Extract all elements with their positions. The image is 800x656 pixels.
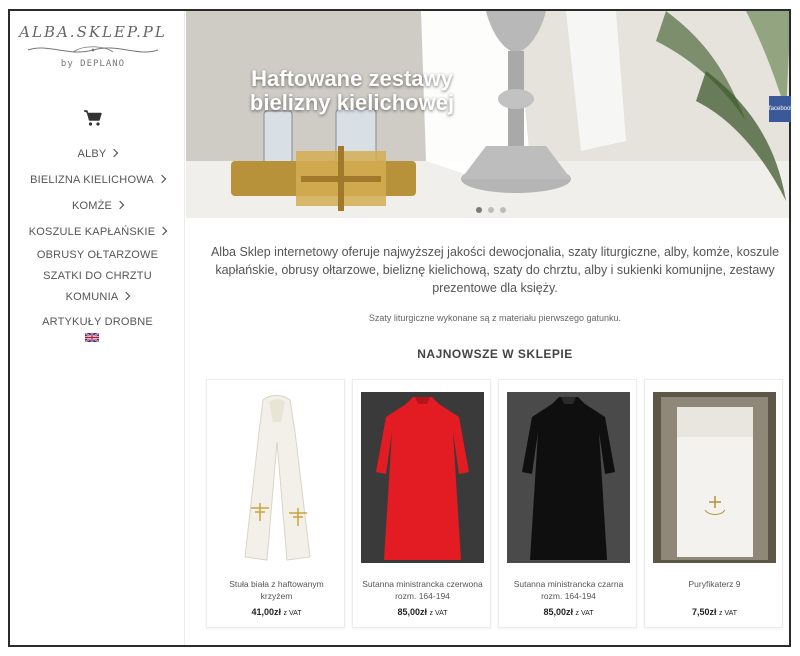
product-name[interactable]: Sutanna ministrancka czarna rozm. 164-19… (507, 578, 630, 602)
menu-item-label: KOMŻE (71, 200, 113, 212)
logo-ornament-icon (27, 46, 159, 53)
product-price: 85,00zł z VAT (353, 607, 492, 617)
slider-dots (476, 200, 512, 218)
slider-dot[interactable] (500, 207, 506, 213)
slider-dot[interactable] (476, 207, 482, 213)
vat-label: z VAT (719, 610, 738, 617)
intro-subtext: Szaty liturgiczne wykonane są z materiał… (368, 313, 622, 323)
menu-item-label: KOSZULE KAPŁAŃSKIE (28, 226, 156, 238)
product-name[interactable]: Stuła biała z haftowanym krzyżem (215, 578, 338, 602)
menu-item-alby[interactable]: ALBY (10, 144, 185, 165)
menu-item-szatki-do-chrztu[interactable]: SZATKI DO CHRZTU (10, 266, 185, 287)
price-value: 7,50zł (691, 607, 717, 617)
product-name[interactable]: Puryfikaterz 9 (653, 578, 776, 590)
price-value: 85,00zł (543, 607, 573, 617)
product-grid: Stuła biała z haftowanym krzyżem 41,00zł… (206, 379, 786, 629)
product-card[interactable]: Stuła biała z haftowanym krzyżem 41,00zł… (206, 379, 345, 628)
menu-item-artykuly-drobne[interactable]: ARTYKUŁY DROBNE (10, 312, 185, 333)
slider-dot[interactable] (488, 207, 494, 213)
menu-item-komze[interactable]: KOMŻE (10, 196, 185, 217)
section-title: NAJNOWSZE W SKLEPIE (417, 347, 573, 361)
product-card[interactable]: Sutanna ministrancka czarna rozm. 164-19… (498, 379, 637, 628)
product-price: 41,00zł z VAT (207, 607, 346, 617)
price-value: 41,00zł (251, 607, 281, 617)
logo-subtitle: by DEPLANO (60, 59, 126, 69)
product-card[interactable]: Sutanna ministrancka czerwona rozm. 164-… (352, 379, 491, 628)
price-value: 85,00zł (397, 607, 427, 617)
product-image-purificator[interactable] (653, 392, 776, 563)
menu-item-bielizna-kielichowa[interactable]: BIELIZNA KIELICHOWA (10, 170, 185, 191)
menu-item-label: ALBY (77, 148, 107, 160)
product-card[interactable]: Puryfikaterz 9 7,50zł z VAT (644, 379, 783, 628)
hero-banner[interactable]: Haftowane zestawy bielizny kielichowej (186, 11, 789, 218)
site-logo[interactable]: ALBA.SKLEP.PL by DEPLANO (18, 23, 168, 69)
sidebar: ALBA.SKLEP.PL by DEPLANO ALBY BIELIZNA K… (10, 11, 185, 645)
chevron-right-icon (122, 291, 131, 301)
uk-flag-icon[interactable] (85, 333, 99, 342)
product-image-black-cassock[interactable] (507, 392, 630, 563)
product-name[interactable]: Sutanna ministrancka czerwona rozm. 164-… (361, 578, 484, 602)
product-price: 85,00zł z VAT (499, 607, 638, 617)
category-menu: ALBY BIELIZNA KIELICHOWA KOMŻE KOSZULE K… (10, 144, 185, 333)
vat-label: z VAT (429, 610, 448, 617)
chevron-right-icon (158, 226, 168, 236)
menu-item-komunia[interactable]: KOMUNIA (10, 287, 185, 308)
menu-item-label: ARTYKUŁY DROBNE (42, 316, 153, 328)
menu-item-label: KOMUNIA (65, 291, 119, 303)
chevron-right-icon (115, 200, 125, 210)
product-image-red-cassock[interactable] (361, 392, 484, 563)
menu-item-label: SZATKI DO CHRZTU (43, 270, 152, 282)
banner-title-line: Haftowane zestawy (251, 66, 453, 91)
facebook-tab[interactable]: facebook (769, 96, 791, 122)
chevron-right-icon (157, 174, 167, 184)
menu-item-label: OBRUSY OŁTARZOWE (36, 249, 159, 261)
menu-item-label: BIELIZNA KIELICHOWA (30, 174, 154, 186)
product-price: 7,50zł z VAT (645, 607, 784, 617)
cart-icon[interactable] (83, 109, 103, 127)
vat-label: z VAT (575, 610, 594, 617)
menu-item-obrusy-oltarzowe[interactable]: OBRUSY OŁTARZOWE (10, 245, 185, 266)
vat-label: z VAT (283, 610, 302, 617)
page-frame: ALBA.SKLEP.PL by DEPLANO ALBY BIELIZNA K… (8, 9, 791, 647)
product-image-white-stole[interactable] (215, 392, 338, 563)
chevron-right-icon (110, 148, 119, 158)
intro-text: Alba Sklep internetowy oferuje najwyższe… (210, 245, 780, 295)
banner-title-line: bielizny kielichowej (249, 90, 455, 115)
banner-title: Haftowane zestawy bielizny kielichowej (212, 67, 492, 115)
logo-text: ALBA.SKLEP.PL (19, 23, 167, 41)
menu-item-koszule-kaplanskie[interactable]: KOSZULE KAPŁAŃSKIE (10, 222, 185, 243)
